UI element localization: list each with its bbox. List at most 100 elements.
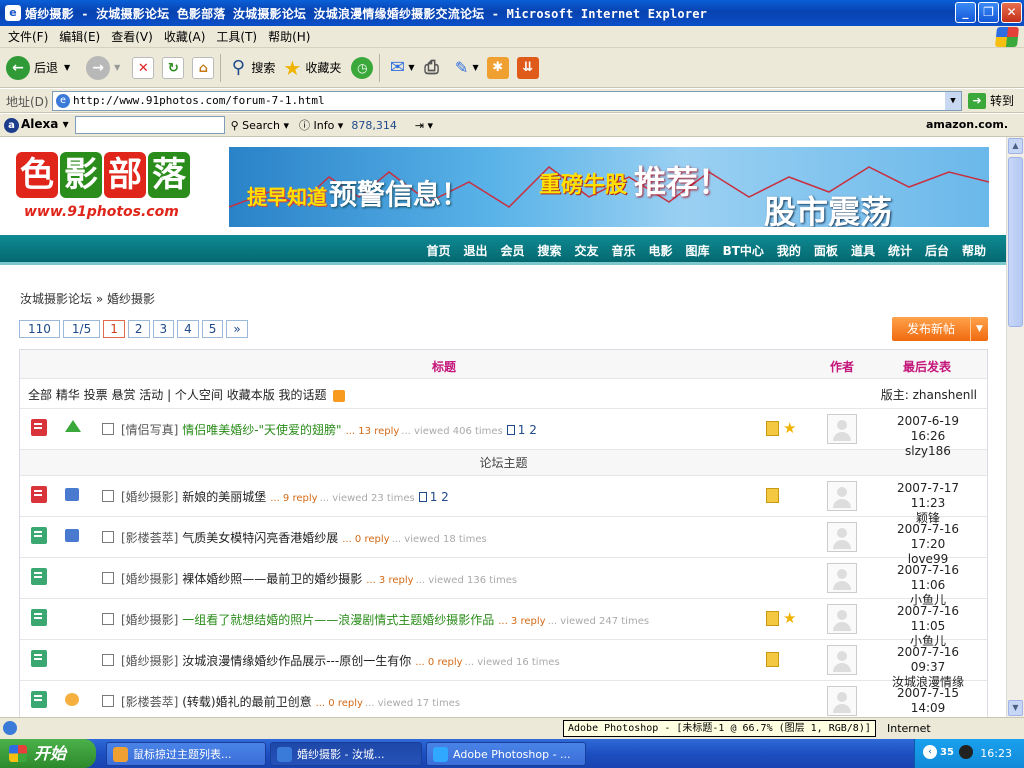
alexa-search-button[interactable]: ⚲ Search ▾ [231,119,289,132]
favorites-button[interactable]: ★ 收藏夹 [281,57,341,79]
nav-item[interactable]: 交友 [575,242,599,259]
alexa-logo[interactable]: a Alexa ▾ [4,117,69,133]
alexa-info-button[interactable]: ⓘ Info ▾ [299,117,343,133]
thread-title[interactable]: 新娘的美丽城堡 [182,490,266,504]
thread-title[interactable]: 气质美女模特闪亮香港婚纱展 [182,531,338,545]
menu-help[interactable]: 帮助(H) [268,28,310,45]
thread-title[interactable]: 裸体婚纱照——最前卫的婚纱摄影 [182,572,362,586]
address-dropdown-icon[interactable]: ▼ [945,92,961,110]
edit-icon[interactable]: ✎ [451,57,473,79]
select-checkbox[interactable] [102,654,114,666]
thread-title[interactable]: 汝城浪漫情缘婚纱作品展示---原创一生有你 [182,654,411,668]
task-button[interactable]: Adobe Photoshop - ... [426,742,586,766]
nav-item[interactable]: 搜索 [537,242,561,259]
last-post-time[interactable]: 2007-7-16 11:06 [897,563,959,592]
menu-file[interactable]: 文件(F) [8,28,48,45]
nav-item[interactable]: 首页 [426,242,450,259]
nav-item[interactable]: 面板 [814,242,838,259]
mail-icon[interactable]: ✉ [386,57,408,79]
amazon-link[interactable]: amazon.com. [926,118,1008,131]
select-checkbox[interactable] [102,613,114,625]
go-button[interactable]: ➜ 转到 [968,92,1014,109]
thread-pages[interactable]: 1 2 [418,490,449,504]
vertical-scrollbar[interactable]: ▲ ▼ [1006,137,1024,717]
author-avatar[interactable] [827,686,857,716]
back-dropdown-icon[interactable]: ▼ [64,63,70,72]
search-button[interactable]: ⚲ 搜索 [227,57,276,79]
nav-item[interactable]: 会员 [500,242,524,259]
thread-title[interactable]: 一组看了就想结婚的照片——浪漫剧情式主题婚纱摄影作品 [182,613,494,627]
new-post-dropdown-icon[interactable]: ▼ [970,317,988,341]
scroll-up-icon[interactable]: ▲ [1008,138,1023,154]
thread-category[interactable]: [婚纱摄影] [121,654,178,668]
nav-item[interactable]: 帮助 [962,242,986,259]
maximize-button[interactable]: ❐ [978,2,999,23]
author-avatar[interactable] [827,414,857,444]
last-post-time[interactable]: 2007-6-19 16:26 [897,414,959,443]
messenger-icon[interactable]: ✱ [486,56,509,79]
forward-dropdown-icon[interactable]: ▼ [114,63,120,72]
site-logo[interactable]: 色 影 部 落 www.91photos.com [16,152,196,232]
history-icon[interactable]: ◷ [351,56,374,79]
address-input[interactable]: e http://www.91photos.com/forum-7-1.html… [52,91,962,111]
menu-favorites[interactable]: 收藏(A) [164,28,206,45]
page-link[interactable]: » [226,320,248,338]
back-button[interactable]: ← 后退 ▼ [6,55,70,80]
rss-icon[interactable] [332,389,345,402]
scroll-thumb[interactable] [1008,157,1023,327]
edit-dropdown-icon[interactable]: ▼ [473,63,479,72]
page-link[interactable]: 1 [103,320,125,338]
thread-pages[interactable]: 1 2 [506,423,537,437]
thread-category[interactable]: [影楼荟萃] [121,695,178,709]
minimize-button[interactable]: _ [955,2,976,23]
alexa-search-input[interactable] [74,116,225,134]
select-checkbox[interactable] [102,423,114,435]
nav-item[interactable]: 道具 [851,242,875,259]
thread-category[interactable]: [影楼荟萃] [121,531,178,545]
alexa-export-icon[interactable]: ⇥ ▾ [415,119,433,132]
nav-item[interactable]: 统计 [888,242,912,259]
refresh-icon[interactable]: ↻ [162,56,185,79]
author-avatar[interactable] [827,481,857,511]
author-avatar[interactable] [827,645,857,675]
filter-links[interactable]: 全部 精华 投票 悬赏 活动 | 个人空间 收藏本版 我的话题 [28,386,345,403]
page-link[interactable]: 2 [127,320,150,338]
scroll-down-icon[interactable]: ▼ [1008,700,1023,716]
forward-button[interactable]: → ▼ [76,55,120,80]
author-avatar[interactable] [827,522,857,552]
nav-item[interactable]: 图库 [686,242,710,259]
mail-dropdown-icon[interactable]: ▼ [408,63,414,72]
last-post-time[interactable]: 2007-7-16 09:37 [897,645,959,674]
new-post-button[interactable]: 发布新帖 ▼ [892,317,988,341]
thread-title[interactable]: 情侣唯美婚纱-"天使爱的翅膀" [182,423,341,437]
menu-view[interactable]: 查看(V) [111,28,153,45]
nav-item[interactable]: 电影 [649,242,673,259]
close-button[interactable]: ✕ [1001,2,1022,23]
select-checkbox[interactable] [102,572,114,584]
last-post-time[interactable]: 2007-7-17 11:23 [897,481,959,510]
tray-arrow-icon[interactable]: ‹ [923,745,937,759]
thread-category[interactable]: [情侣写真] [121,423,178,437]
download-icon[interactable]: ⇊ [516,56,539,79]
ad-banner[interactable]: 提早知道 预警信息！ 重磅牛股 推荐！ 股市震荡 [229,147,989,227]
last-post-time[interactable]: 2007-7-16 17:20 [897,522,959,551]
thread-title[interactable]: (转载)婚礼的最前卫创意 [182,695,311,709]
home-icon[interactable]: ⌂ [192,56,215,79]
page-link[interactable]: 3 [152,320,175,338]
menu-tools[interactable]: 工具(T) [216,28,257,45]
nav-item[interactable]: 我的 [777,242,801,259]
nav-item[interactable]: BT中心 [723,242,764,259]
breadcrumb[interactable]: 汝城摄影论坛 » 婚纱摄影 [20,290,155,307]
last-post-user[interactable]: slzy186 [905,444,951,458]
task-button[interactable]: 鼠标掠过主题列表... [106,742,266,766]
thread-category[interactable]: [婚纱摄影] [121,613,178,627]
last-post-time[interactable]: 2007-7-16 11:05 [897,604,959,633]
menu-edit[interactable]: 编辑(E) [59,28,100,45]
nav-item[interactable]: 音乐 [612,242,636,259]
select-checkbox[interactable] [102,531,114,543]
author-avatar[interactable] [827,604,857,634]
print-icon[interactable]: ⎙ [421,57,443,79]
nav-item[interactable]: 退出 [463,242,487,259]
thread-category[interactable]: [婚纱摄影] [121,572,178,586]
page-link[interactable]: 5 [201,320,224,338]
